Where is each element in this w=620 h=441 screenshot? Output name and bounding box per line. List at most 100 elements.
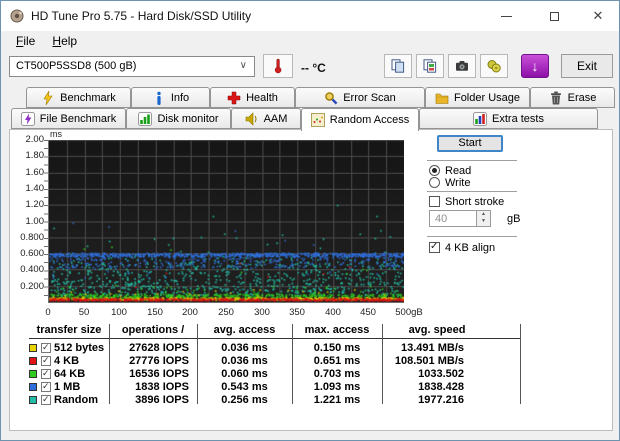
tab-file-benchmark[interactable]: File Benchmark xyxy=(11,108,126,129)
copy-image-button[interactable] xyxy=(416,54,444,78)
y-tick: 1.40 xyxy=(10,183,44,194)
tab-label: Extra tests xyxy=(492,113,544,125)
tab-folder-usage[interactable]: Folder Usage xyxy=(425,87,530,108)
row-label: 64 KB xyxy=(54,368,85,380)
tab-label: Random Access xyxy=(330,114,409,126)
exit-button[interactable]: Exit xyxy=(561,54,613,78)
close-button[interactable]: ✕ xyxy=(581,1,615,31)
tab-extra-tests[interactable]: Extra tests xyxy=(419,108,598,129)
tab-erase[interactable]: Erase xyxy=(530,87,615,108)
tab-error-scan[interactable]: Error Scan xyxy=(295,87,425,108)
start-button[interactable]: Start xyxy=(437,135,503,152)
y-tick: 0.400 xyxy=(10,264,44,275)
tab-label: Disk monitor xyxy=(157,113,218,125)
copy-button[interactable] xyxy=(384,54,412,78)
series-checkbox[interactable] xyxy=(41,343,51,353)
screenshot-icon xyxy=(455,59,469,73)
temperature-value: -- °C xyxy=(301,61,326,75)
save-button[interactable] xyxy=(480,54,508,78)
drive-select-value: CT500P5SSD8 (500 gB) xyxy=(16,60,136,72)
short-stroke-checkbox[interactable]: Short stroke xyxy=(429,196,504,208)
health-icon xyxy=(227,91,241,105)
random-access-panel: ms 2.00 1.80 1.60 1.40 1.20 1.00 0.800 0… xyxy=(9,129,613,431)
extra-tests-icon xyxy=(473,112,487,126)
minimize-icon xyxy=(501,16,512,17)
cell-avg-speed: 108.501 MB/s xyxy=(382,355,464,367)
cell-max-access: 1.093 ms xyxy=(292,381,382,393)
title-bar: HD Tune Pro 5.75 - Hard Disk/SSD Utility… xyxy=(1,1,619,31)
app-window: HD Tune Pro 5.75 - Hard Disk/SSD Utility… xyxy=(0,0,620,441)
y-tick: 0.600 xyxy=(10,248,44,259)
header-underline xyxy=(29,338,520,339)
cell-avg-access: 0.256 ms xyxy=(197,394,292,406)
folder-icon xyxy=(435,91,449,105)
spinner-arrows[interactable]: ▲▼ xyxy=(476,211,490,226)
x-tick: 250 xyxy=(206,307,246,318)
x-tick: 150 xyxy=(135,307,175,318)
tab-random-access[interactable]: Random Access xyxy=(301,108,419,131)
col-header-avg-access: avg. access xyxy=(197,324,292,336)
trash-icon xyxy=(549,91,563,105)
y-tick: 0.800 xyxy=(10,232,44,243)
cell-max-access: 1.221 ms xyxy=(292,394,382,406)
tab-health[interactable]: Health xyxy=(210,87,295,108)
cell-avg-access: 0.036 ms xyxy=(197,342,292,354)
cell-operations: 27628 IOPS xyxy=(109,342,189,354)
cell-operations: 27776 IOPS xyxy=(109,355,189,367)
cell-operations: 1838 IOPS xyxy=(109,381,189,393)
chevron-down-icon: ∨ xyxy=(240,60,247,71)
radio-icon xyxy=(429,177,440,188)
x-tick: 450 xyxy=(348,307,388,318)
temperature-button[interactable] xyxy=(263,54,293,78)
cell-avg-access: 0.060 ms xyxy=(197,368,292,380)
x-tick: 50 xyxy=(64,307,104,318)
row-label: Random xyxy=(54,394,98,406)
screenshot-button[interactable] xyxy=(448,54,476,78)
benchmark-icon xyxy=(41,91,55,105)
series-checkbox[interactable] xyxy=(41,369,51,379)
cell-max-access: 0.150 ms xyxy=(292,342,382,354)
cell-avg-speed: 13.491 MB/s xyxy=(382,342,464,354)
y-axis-unit: ms xyxy=(50,129,62,139)
file-benchmark-icon xyxy=(21,112,35,126)
tab-disk-monitor[interactable]: Disk monitor xyxy=(126,108,231,129)
series-checkbox[interactable] xyxy=(41,382,51,392)
row-label: 1 MB xyxy=(54,381,80,393)
copy-image-icon xyxy=(423,59,437,73)
tab-benchmark[interactable]: Benchmark xyxy=(26,87,131,108)
close-icon: ✕ xyxy=(593,8,604,24)
tab-info[interactable]: Info xyxy=(131,87,210,108)
column-divider xyxy=(520,324,521,404)
menu-file[interactable]: File xyxy=(9,31,42,51)
checkbox-icon xyxy=(429,196,440,207)
checkbox-icon xyxy=(429,242,440,253)
cell-avg-speed: 1033.502 xyxy=(382,368,464,380)
series-checkbox[interactable] xyxy=(41,395,51,405)
series-swatch xyxy=(29,344,37,352)
separator xyxy=(427,160,517,161)
write-radio[interactable]: Write xyxy=(429,177,470,189)
download-button[interactable]: ↓ xyxy=(521,54,549,78)
radio-icon xyxy=(429,165,440,176)
x-tick: 300 xyxy=(242,307,282,318)
y-tick: 1.80 xyxy=(10,150,44,161)
tab-label: Benchmark xyxy=(60,92,116,104)
save-icon xyxy=(487,59,501,73)
drive-select[interactable]: CT500P5SSD8 (500 gB) ∨ xyxy=(9,56,255,77)
menu-help[interactable]: Help xyxy=(45,31,84,51)
y-tick: 2.00 xyxy=(10,134,44,145)
maximize-icon xyxy=(550,12,559,21)
series-swatch xyxy=(29,396,37,404)
short-stroke-size-input[interactable]: 40 ▲▼ xyxy=(429,210,491,227)
minimize-button[interactable] xyxy=(489,1,523,31)
tab-aam[interactable]: AAM xyxy=(231,108,301,129)
scatter-plot xyxy=(48,140,404,303)
series-checkbox[interactable] xyxy=(41,356,51,366)
maximize-button[interactable] xyxy=(537,1,571,31)
row-label: 512 bytes xyxy=(54,342,104,354)
read-radio[interactable]: Read xyxy=(429,165,471,177)
menu-bar: File Help xyxy=(1,31,619,51)
short-stroke-unit: gB xyxy=(507,213,520,225)
x-tick: 0 xyxy=(28,307,68,318)
kb-align-checkbox[interactable]: 4 KB align xyxy=(429,242,495,254)
